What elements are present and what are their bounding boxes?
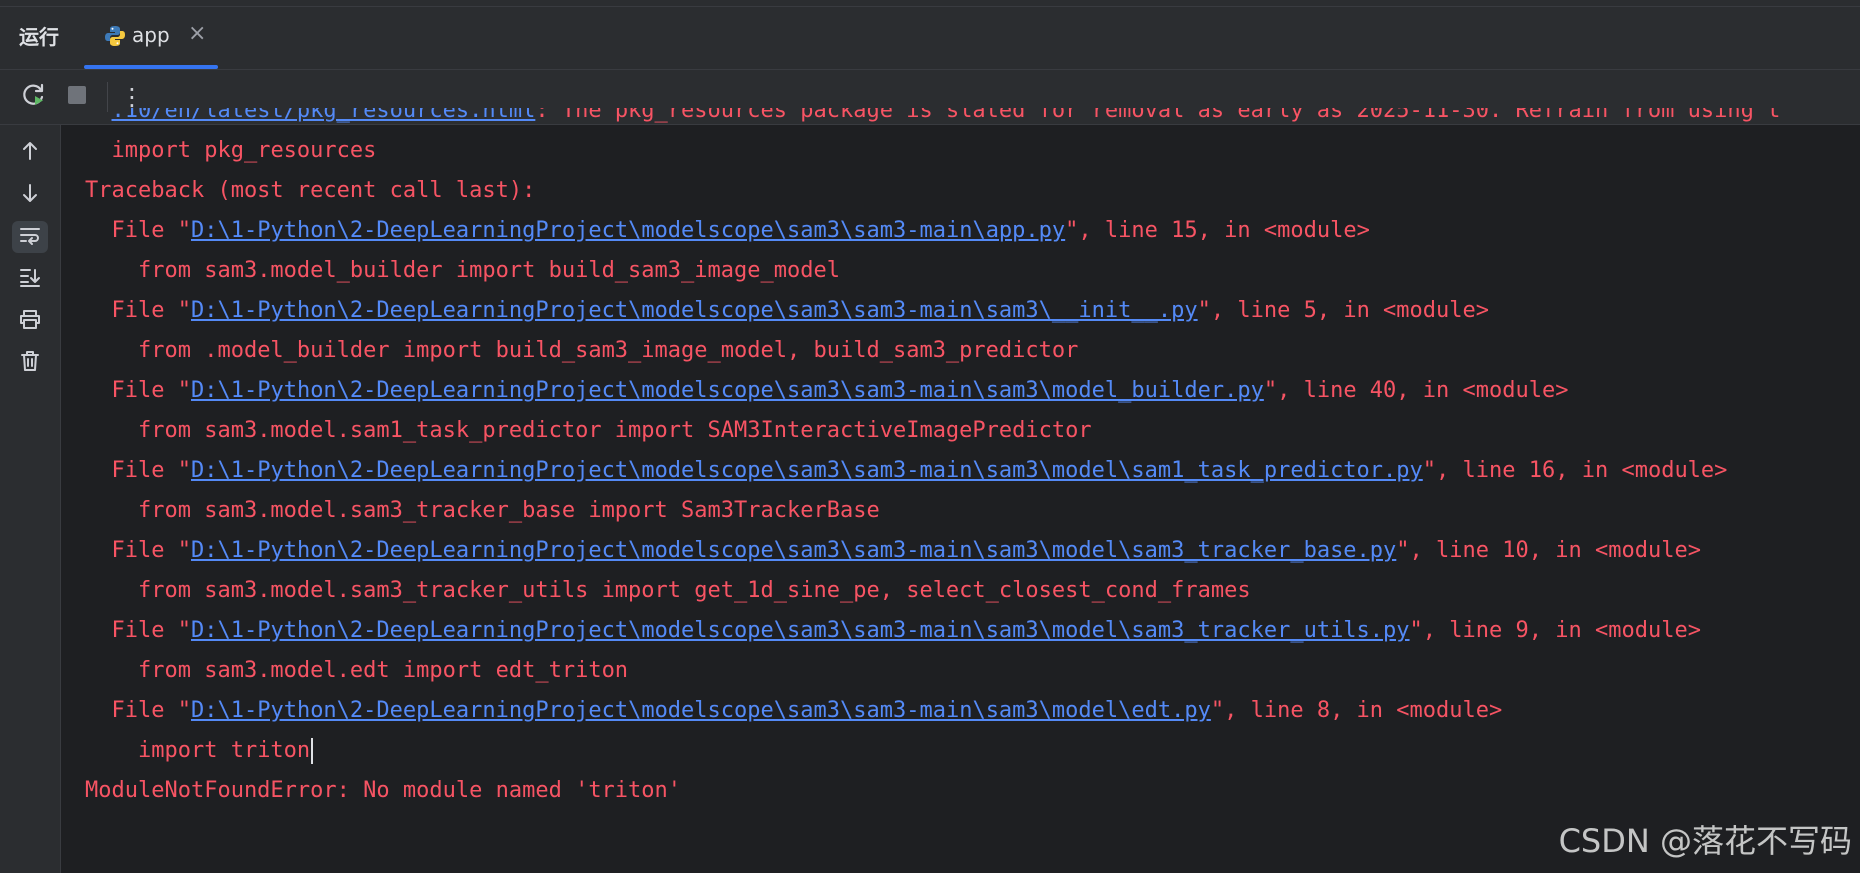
- line-prefix: File ": [111, 458, 191, 483]
- line-prefix: File ": [111, 618, 191, 643]
- file-path-link[interactable]: D:\1-Python\2-DeepLearningProject\models…: [191, 618, 1410, 643]
- console-line: File "D:\1-Python\2-DeepLearningProject\…: [85, 691, 1503, 731]
- console-line: Traceback (most recent call last):: [85, 171, 535, 211]
- stop-button[interactable]: [63, 83, 91, 111]
- line-text: import triton: [137, 738, 311, 763]
- active-tab-indicator: [84, 65, 218, 69]
- line-prefix: File ": [111, 298, 191, 323]
- line-text: from sam3.model.edt import edt_triton: [137, 658, 629, 683]
- console-line: from sam3.model.sam3_tracker_base import…: [85, 491, 880, 531]
- line-suffix: ", line 5, in <module>: [1197, 298, 1490, 323]
- python-icon: [104, 25, 126, 47]
- scroll-to-end-button[interactable]: [12, 263, 48, 295]
- print-icon: [18, 308, 42, 334]
- console-line: import triton: [85, 731, 314, 771]
- clear-all-button[interactable]: [12, 347, 48, 379]
- scroll-to-end-icon: [18, 266, 42, 292]
- console-line: import pkg_resources: [85, 131, 377, 171]
- line-prefix: File ": [111, 538, 191, 563]
- tab-app[interactable]: app ×: [84, 7, 218, 69]
- console-line: from sam3.model.sam3_tracker_utils impor…: [85, 571, 1251, 611]
- console-actions-gutter: [0, 125, 61, 873]
- line-text: from sam3.model_builder import build_sam…: [137, 258, 840, 283]
- trash-icon: [19, 350, 41, 376]
- file-path-link[interactable]: D:\1-Python\2-DeepLearningProject\models…: [191, 218, 1065, 243]
- editor-edge: [0, 0, 1860, 7]
- file-path-link[interactable]: D:\1-Python\2-DeepLearningProject\models…: [191, 538, 1396, 563]
- line-text: ModuleNotFoundError: No module named 'tr…: [85, 778, 682, 803]
- console-line: File "D:\1-Python\2-DeepLearningProject\…: [85, 451, 1728, 491]
- file-path-link[interactable]: D:\1-Python\2-DeepLearningProject\models…: [191, 298, 1198, 323]
- file-path-link[interactable]: D:\1-Python\2-DeepLearningProject\models…: [191, 458, 1423, 483]
- line-text: from .model_builder import build_sam3_im…: [137, 338, 1079, 363]
- text-caret: [311, 738, 314, 764]
- line-suffix: ", line 16, in <module>: [1422, 458, 1728, 483]
- console-line: File "D:\1-Python\2-DeepLearningProject\…: [85, 611, 1701, 651]
- line-prefix: File ": [111, 698, 191, 723]
- line-suffix: ", line 8, in <module>: [1210, 698, 1503, 723]
- console-line: ModuleNotFoundError: No module named 'tr…: [85, 771, 681, 811]
- console-line: .10/en/latest/pkg_resources.html: The pk…: [85, 108, 1781, 131]
- line-suffix: ", line 40, in <module>: [1263, 378, 1569, 403]
- console-line: File "D:\1-Python\2-DeepLearningProject\…: [85, 211, 1370, 251]
- console-line: File "D:\1-Python\2-DeepLearningProject\…: [85, 291, 1490, 331]
- line-text: Traceback (most recent call last):: [85, 178, 536, 203]
- more-options-button[interactable]: ⋮: [118, 83, 146, 111]
- close-icon[interactable]: ×: [188, 21, 206, 47]
- line-text: import pkg_resources: [111, 138, 377, 163]
- watermark: CSDN @落花不写码: [1558, 822, 1852, 860]
- run-panel-title: 运行: [19, 25, 59, 49]
- arrow-down-icon: [19, 182, 41, 208]
- tab-label: app: [132, 23, 170, 47]
- stop-icon: [66, 84, 88, 110]
- line-suffix: ", line 15, in <module>: [1065, 218, 1370, 243]
- file-path-link[interactable]: D:\1-Python\2-DeepLearningProject\models…: [191, 698, 1211, 723]
- arrow-up-icon: [19, 140, 41, 166]
- line-suffix: ", line 10, in <module>: [1396, 538, 1701, 563]
- line-suffix: : The pkg_resources package is slated fo…: [535, 108, 1781, 123]
- console-line: from sam3.model.edt import edt_triton: [85, 651, 628, 691]
- console-line: from .model_builder import build_sam3_im…: [85, 331, 1078, 371]
- line-text: from sam3.model.sam3_tracker_utils impor…: [137, 578, 1251, 603]
- run-tool-window: 运行 app × ⋮ .10/en/latest/pkg_resources.h…: [0, 0, 1860, 873]
- console-line: File "D:\1-Python\2-DeepLearningProject\…: [85, 371, 1569, 411]
- console-line: from sam3.model.sam1_task_predictor impo…: [85, 411, 1092, 451]
- line-prefix: File ": [111, 378, 191, 403]
- line-text: from sam3.model.sam3_tracker_base import…: [137, 498, 880, 523]
- print-button[interactable]: [12, 305, 48, 337]
- soft-wrap-icon: [18, 224, 42, 250]
- rerun-icon: [21, 82, 47, 112]
- file-path-link[interactable]: D:\1-Python\2-DeepLearningProject\models…: [191, 378, 1264, 403]
- line-suffix: ", line 9, in <module>: [1409, 618, 1701, 643]
- console-output[interactable]: .10/en/latest/pkg_resources.html: The pk…: [61, 108, 1860, 873]
- run-tab-bar: 运行 app ×: [0, 7, 1860, 70]
- line-prefix: File ": [111, 218, 191, 243]
- line-text: from sam3.model.sam1_task_predictor impo…: [137, 418, 1092, 443]
- file-path-link[interactable]: .10/en/latest/pkg_resources.html: [112, 108, 536, 123]
- scroll-up-button[interactable]: [12, 137, 48, 169]
- rerun-button[interactable]: [20, 83, 48, 111]
- console-line: File "D:\1-Python\2-DeepLearningProject\…: [85, 531, 1701, 571]
- console-line: from sam3.model_builder import build_sam…: [85, 251, 840, 291]
- scroll-down-button[interactable]: [12, 179, 48, 211]
- soft-wrap-toggle[interactable]: [12, 221, 48, 253]
